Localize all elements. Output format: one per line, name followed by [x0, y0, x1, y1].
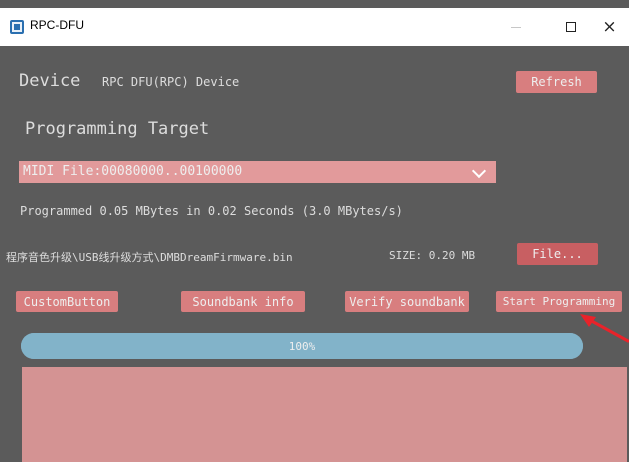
- close-icon: ×: [602, 17, 617, 37]
- maximize-icon: [566, 22, 576, 32]
- minimize-button[interactable]: [493, 8, 539, 46]
- file-size: SIZE: 0.20 MB: [389, 249, 476, 262]
- dfu-panel: Device RPC DFU(RPC) Device Refresh Progr…: [6, 46, 629, 462]
- device-value: RPC DFU(RPC) Device: [102, 75, 240, 89]
- title-bar: RPC-DFU ×: [0, 8, 629, 46]
- refresh-button[interactable]: Refresh: [516, 71, 597, 93]
- programming-target-value: MIDI File:00080000..00100000: [23, 164, 243, 179]
- maximize-button[interactable]: [548, 8, 594, 46]
- programming-target-label: Programming Target: [25, 119, 210, 139]
- soundbank-info-button[interactable]: Soundbank info: [181, 291, 305, 312]
- app-icon: [10, 20, 24, 34]
- progress-text: 100%: [288, 339, 316, 353]
- file-button[interactable]: File...: [517, 243, 598, 265]
- window-title: RPC-DFU: [30, 18, 84, 32]
- log-output-area: [22, 367, 627, 462]
- main-window: RPC-DFU × Device RPC DFU(RPC) Device Ref…: [0, 0, 629, 462]
- firmware-file-path: 程序音色升级\USB线升级方式\DMBDreamFirmware.bin: [6, 251, 293, 264]
- custom-button[interactable]: CustomButton: [16, 291, 118, 312]
- minimize-icon: [511, 26, 521, 28]
- programming-target-select[interactable]: MIDI File:00080000..00100000: [19, 161, 496, 183]
- status-text: Programmed 0.05 MBytes in 0.02 Seconds (…: [20, 204, 403, 218]
- chevron-down-icon: [471, 163, 487, 179]
- annotation-arrow-icon: [580, 314, 629, 343]
- verify-soundbank-button[interactable]: Verify soundbank: [345, 291, 469, 312]
- close-button[interactable]: ×: [590, 8, 629, 46]
- progress-bar: 100%: [21, 333, 583, 359]
- device-label: Device: [19, 71, 81, 91]
- start-programming-button[interactable]: Start Programming: [496, 291, 622, 312]
